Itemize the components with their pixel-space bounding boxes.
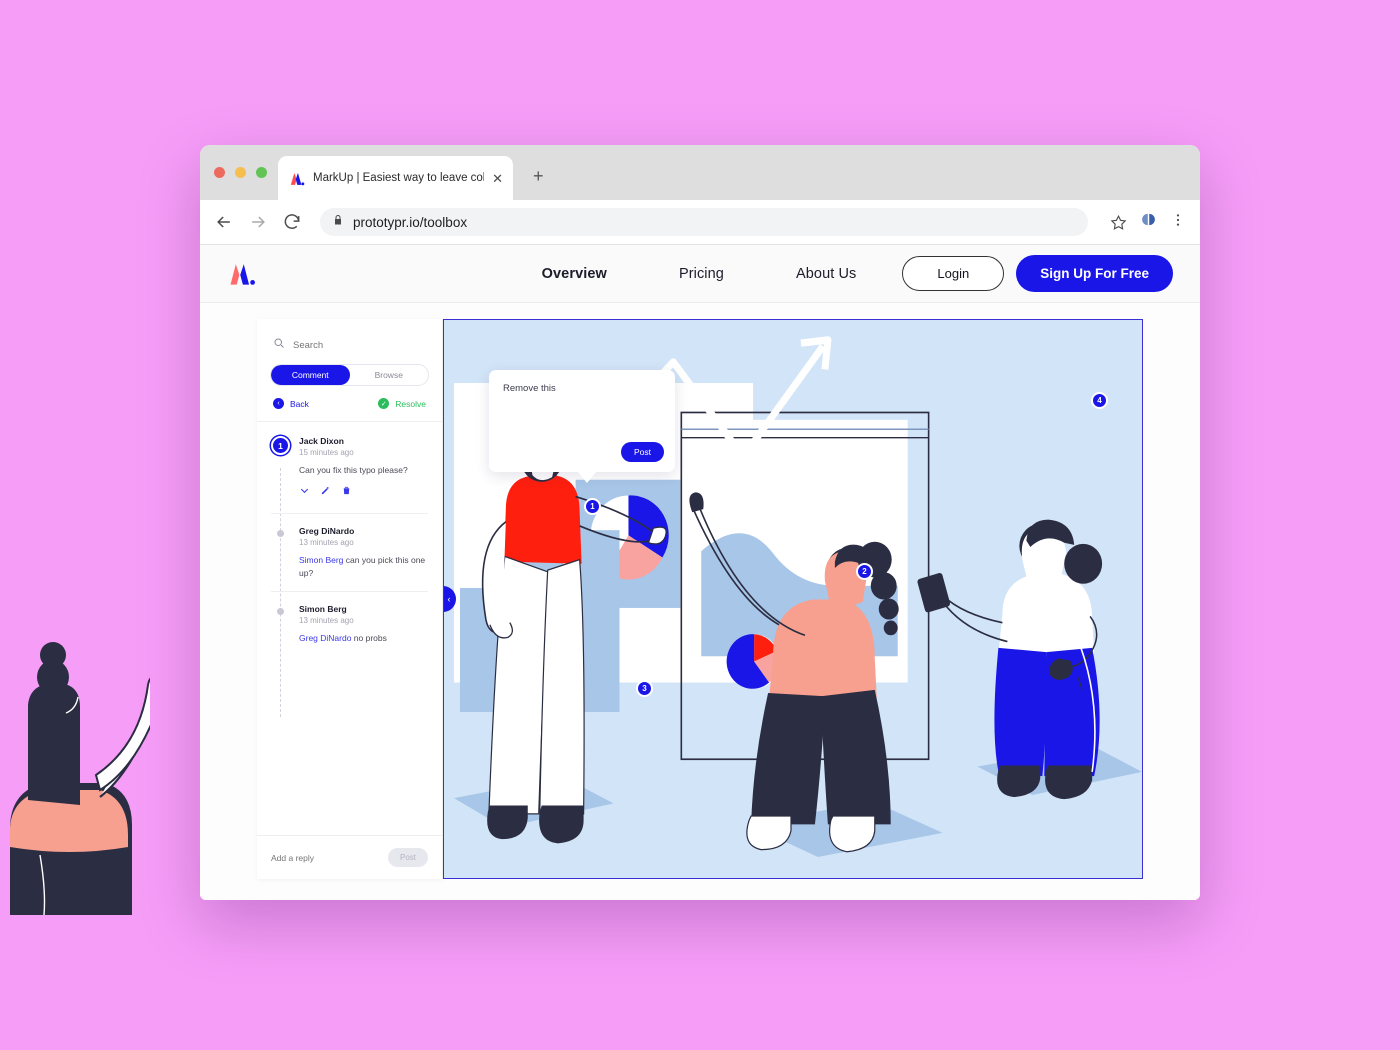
window-traffic-lights[interactable]: [214, 167, 267, 178]
comment-timestamp: 13 minutes ago: [299, 615, 354, 625]
markup-logo[interactable]: [227, 262, 257, 286]
forward-arrow-icon[interactable]: [248, 212, 268, 232]
mention-link[interactable]: Simon Berg: [299, 555, 343, 565]
comment-timestamp: 13 minutes ago: [299, 538, 354, 548]
toolbar-right-icons: [1106, 211, 1186, 233]
nav-link-about-us[interactable]: About Us: [760, 266, 892, 282]
comment-text: Can you fix this typo please?: [299, 465, 408, 475]
signup-button[interactable]: Sign Up For Free: [1016, 255, 1173, 292]
back-label: Back: [290, 398, 309, 409]
resolve-button[interactable]: ✓ Resolve: [378, 398, 426, 409]
app-body: Comment Browse ‹ Back ✓ Resolve: [200, 303, 1200, 900]
site-header: Overview Pricing About Us Login Sign Up …: [200, 245, 1200, 303]
reply-input[interactable]: [271, 852, 388, 863]
comment-author: Jack Dixon: [299, 436, 344, 446]
login-button[interactable]: Login: [902, 256, 1005, 291]
markup-favicon-icon: [288, 170, 305, 187]
check-icon: ✓: [378, 398, 390, 409]
comment-dot: [277, 530, 284, 538]
comment-sidebar: Comment Browse ‹ Back ✓ Resolve: [257, 319, 443, 879]
comment-thread: 1 Jack Dixon 15 minutes ago Can you fix …: [257, 422, 442, 835]
reply-post-button[interactable]: Post: [387, 848, 428, 867]
browser-tab-bar: MarkUp | Easiest way to leave col ✕ +: [200, 145, 1200, 200]
comment-item[interactable]: 1 Jack Dixon 15 minutes ago Can you fix …: [271, 436, 428, 513]
chevron-down-icon[interactable]: [299, 483, 310, 501]
comment-text: Simon Berg can you pick this one up?: [299, 554, 428, 579]
comment-item[interactable]: Greg DiNardo 13 minutes ago Simon Berg c…: [271, 513, 428, 591]
browser-window: MarkUp | Easiest way to leave col ✕ + pr…: [200, 145, 1200, 900]
address-bar[interactable]: prototypr.io/toolbox: [320, 208, 1088, 236]
maximize-window-button[interactable]: [256, 167, 267, 178]
close-tab-icon[interactable]: ✕: [492, 172, 503, 185]
nav-link-pricing[interactable]: Pricing: [643, 266, 760, 282]
app-bottom-toolbar: Comment Browse JD AC GD 2+ Share: [257, 895, 1143, 900]
bookmark-star-icon[interactable]: [1110, 214, 1127, 231]
kebab-menu-icon[interactable]: [1170, 212, 1186, 233]
sidebar-search[interactable]: [257, 319, 442, 364]
app-workspace: Comment Browse ‹ Back ✓ Resolve: [257, 319, 1143, 879]
canvas-marker-1[interactable]: 1: [584, 498, 601, 515]
canvas-marker-4[interactable]: 4: [1091, 392, 1108, 409]
sidebar-mode-toggle[interactable]: Comment Browse: [270, 364, 429, 386]
minimize-window-button[interactable]: [235, 167, 246, 178]
back-arrow-icon[interactable]: [214, 212, 234, 232]
site-nav: Overview Pricing About Us Login Sign Up …: [506, 255, 1173, 292]
edit-pencil-icon[interactable]: [320, 483, 331, 501]
new-tab-button[interactable]: +: [533, 167, 544, 185]
comment-pin[interactable]: 1: [271, 436, 290, 455]
comment-text-rest: no probs: [351, 632, 387, 643]
back-button[interactable]: ‹ Back: [273, 398, 309, 409]
search-icon: [273, 336, 285, 354]
comment-dot: [277, 607, 284, 615]
close-window-button[interactable]: [214, 167, 225, 178]
lock-icon: [332, 213, 344, 231]
comment-text: Greg DiNardo no probs: [299, 632, 428, 644]
nav-link-overview[interactable]: Overview: [506, 266, 643, 282]
foreground-illustration-person: [9, 642, 150, 915]
sidebar-actions: ‹ Back ✓ Resolve: [257, 396, 442, 422]
mention-link[interactable]: Greg DiNardo: [299, 633, 351, 643]
design-canvas[interactable]: ‹ 1 2 3 4 Remove this Post: [443, 319, 1143, 879]
address-bar-url: prototypr.io/toolbox: [353, 214, 468, 230]
canvas-marker-3[interactable]: 3: [636, 680, 653, 697]
popup-tail: [577, 471, 597, 483]
comment-popup-post-button[interactable]: Post: [620, 442, 664, 462]
comment-author: Greg DiNardo: [299, 526, 355, 537]
comment-item[interactable]: Simon Berg 13 minutes ago Greg DiNardo n…: [271, 590, 428, 656]
reload-icon[interactable]: [282, 212, 302, 232]
comment-popup-text: Remove this: [503, 383, 556, 394]
browser-tab-title: MarkUp | Easiest way to leave col: [313, 172, 485, 184]
comment-timestamp: 15 minutes ago: [299, 448, 354, 457]
search-input[interactable]: [293, 339, 426, 351]
resolve-label: Resolve: [395, 398, 426, 409]
trash-icon[interactable]: [341, 483, 352, 501]
browser-toolbar: prototypr.io/toolbox: [200, 200, 1200, 245]
browser-tab[interactable]: MarkUp | Easiest way to leave col ✕: [278, 156, 513, 200]
comment-popup[interactable]: Remove this Post: [489, 370, 675, 483]
sidebar-tab-browse[interactable]: Browse: [350, 365, 429, 385]
extension-icon[interactable]: [1140, 211, 1157, 233]
sidebar-tab-comment[interactable]: Comment: [271, 365, 350, 385]
chevron-left-icon: ‹: [273, 398, 284, 409]
bottom-right-logo-decoration: [1080, 880, 1140, 900]
comment-tools: [299, 483, 428, 501]
reply-bar: Post: [257, 835, 442, 879]
comment-author: Simon Berg: [299, 603, 347, 614]
canvas-marker-2[interactable]: 2: [856, 563, 873, 580]
